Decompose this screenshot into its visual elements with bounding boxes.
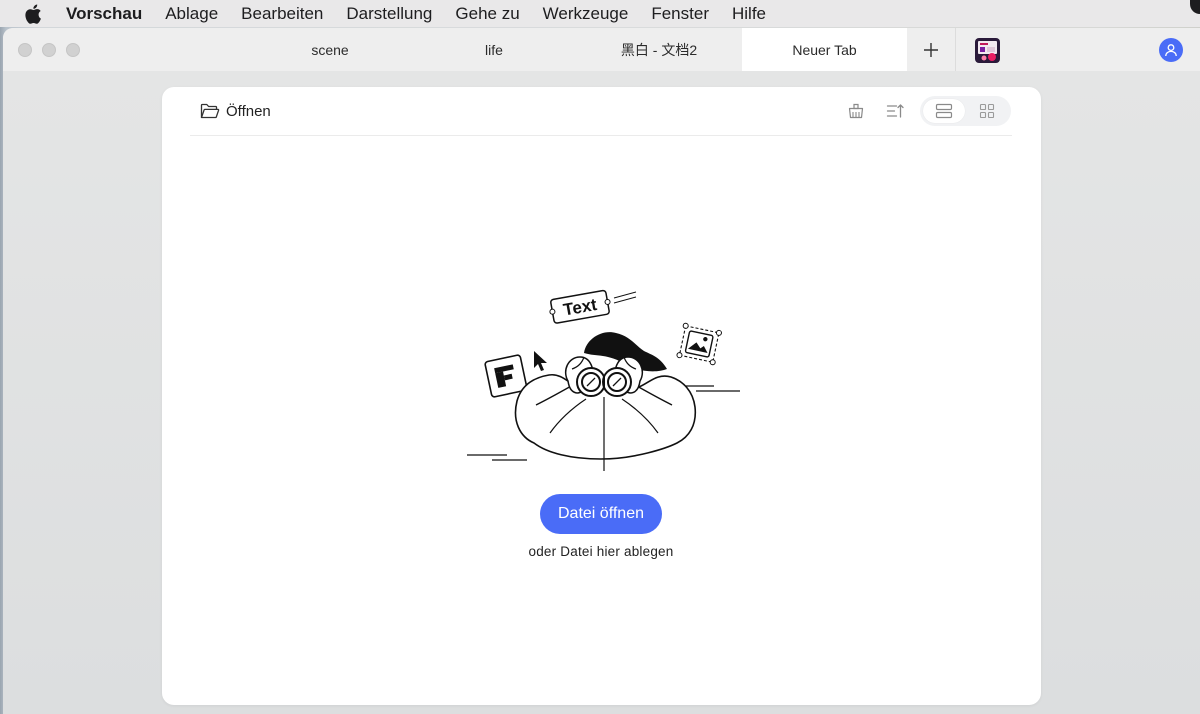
- open-button[interactable]: Öffnen: [200, 100, 271, 122]
- list-view-icon[interactable]: [923, 99, 965, 123]
- view-mode-toggle: [920, 96, 1011, 126]
- menu-bearbeiten[interactable]: Bearbeiten: [241, 4, 323, 24]
- menu-darstellung[interactable]: Darstellung: [346, 4, 432, 24]
- binoculars-illustration: Text: [467, 289, 740, 471]
- menu-werkzeuge[interactable]: Werkzeuge: [543, 4, 629, 24]
- tab-document-2[interactable]: 黑白 - 文档2: [576, 28, 742, 71]
- folder-open-icon: [200, 103, 220, 118]
- menu-gehe-zu[interactable]: Gehe zu: [455, 4, 519, 24]
- zoom-window-button[interactable]: [66, 43, 80, 57]
- panel-toolbar: Öffnen: [190, 87, 1012, 136]
- start-panel: Öffnen Text Datei öffnen oder Datei hier…: [162, 87, 1041, 705]
- clean-icon[interactable]: [846, 101, 866, 121]
- menu-ablage[interactable]: Ablage: [165, 4, 218, 24]
- open-button-label: Öffnen: [226, 102, 271, 120]
- add-tab-button[interactable]: [907, 28, 955, 71]
- app-thumbnail-icon[interactable]: [975, 38, 1000, 63]
- tab-new[interactable]: Neuer Tab: [742, 28, 907, 71]
- plus-icon: [924, 42, 938, 57]
- menu-fenster[interactable]: Fenster: [651, 4, 709, 24]
- grid-view-icon[interactable]: [966, 99, 1008, 123]
- menu-bar-corner: [1190, 0, 1200, 14]
- sort-icon[interactable]: [885, 101, 905, 121]
- close-window-button[interactable]: [18, 43, 32, 57]
- tab-separator: [955, 28, 956, 71]
- user-account-icon[interactable]: [1159, 38, 1183, 62]
- text-tag: Text: [549, 289, 611, 324]
- tab-life[interactable]: life: [412, 28, 576, 71]
- minimize-window-button[interactable]: [42, 43, 56, 57]
- menu-app-name[interactable]: Vorschau: [66, 4, 142, 24]
- drop-file-hint: oder Datei hier ablegen: [528, 544, 674, 559]
- menu-bar: Vorschau Ablage Bearbeiten Darstellung G…: [0, 0, 1200, 27]
- image-illustration-icon: [676, 322, 722, 366]
- cursor-icon: [534, 351, 547, 371]
- tab-scene[interactable]: scene: [248, 28, 412, 71]
- tab-bar: scene life 黑白 - 文档2 Neuer Tab: [3, 28, 1200, 71]
- open-file-button[interactable]: Datei öffnen: [540, 494, 662, 534]
- apple-icon[interactable]: [24, 4, 42, 24]
- menu-hilfe[interactable]: Hilfe: [732, 4, 766, 24]
